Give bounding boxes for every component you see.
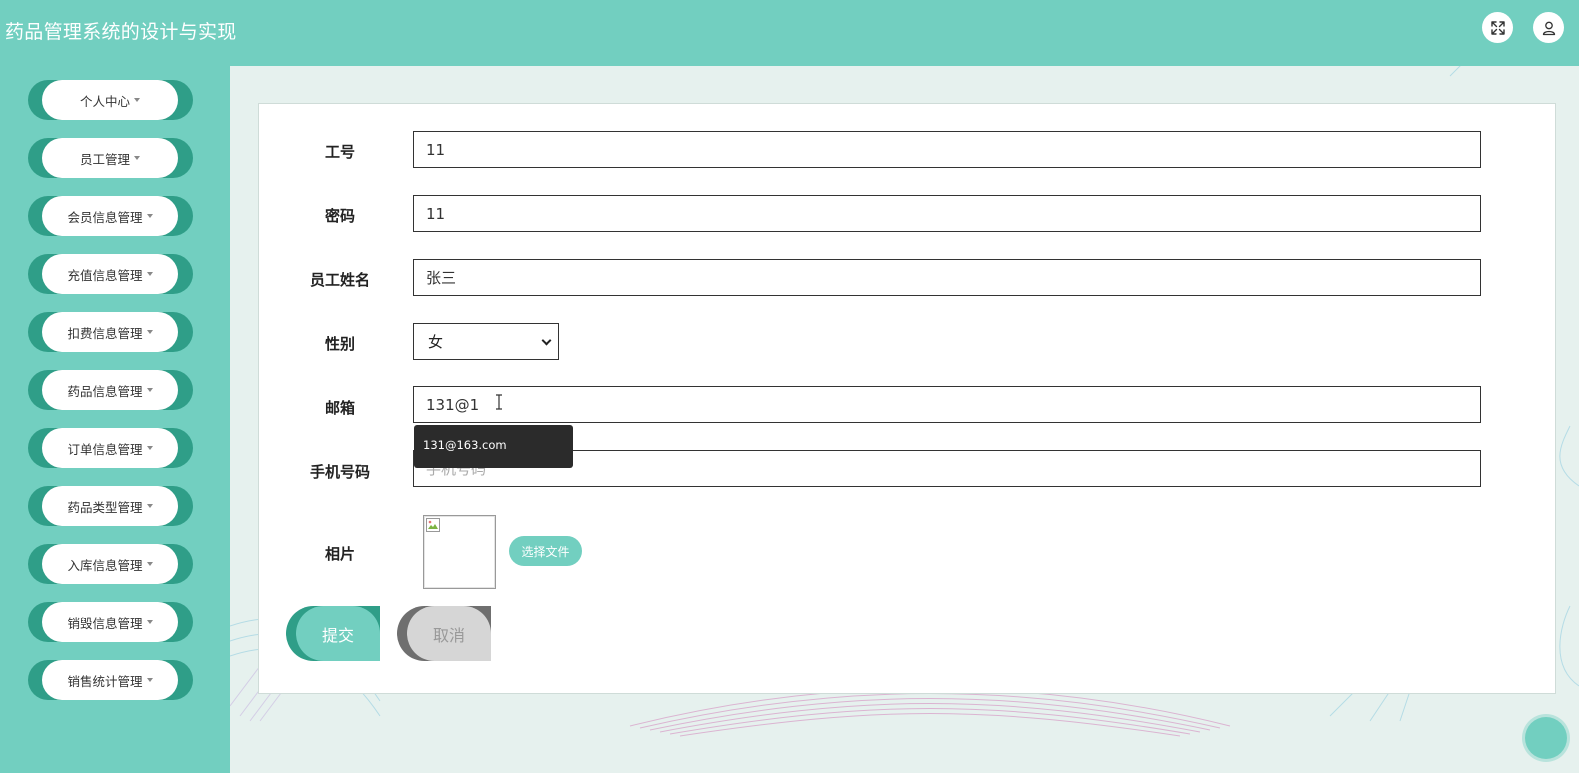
caret-down-icon <box>146 214 153 218</box>
sidebar-item-label: 订单信息管理 <box>67 441 143 457</box>
submit-button[interactable]: 提交 <box>286 606 380 661</box>
employee-id-input[interactable] <box>413 131 1481 168</box>
fullscreen-icon <box>1490 20 1505 35</box>
photo-preview <box>423 515 496 589</box>
caret-down-icon <box>146 446 153 450</box>
sidebar-item-member-info[interactable]: 会员信息管理 <box>28 196 193 236</box>
sidebar-item-label: 销售统计管理 <box>67 673 143 689</box>
sidebar-item-employee-management[interactable]: 员工管理 <box>28 138 193 178</box>
password-label: 密码 <box>324 207 355 225</box>
password-input[interactable] <box>413 195 1481 232</box>
floating-action-button[interactable] <box>1525 717 1567 759</box>
caret-down-icon <box>146 504 153 508</box>
caret-down-icon <box>134 156 140 160</box>
submit-button-label: 提交 <box>296 606 380 661</box>
chevron-down-icon <box>541 335 552 346</box>
employee-id-label: 工号 <box>324 143 355 161</box>
choose-file-button[interactable]: 选择文件 <box>509 536 582 566</box>
email-autocomplete-suggestion[interactable]: 131@163.com <box>414 425 573 468</box>
gender-selected-value: 女 <box>428 333 444 351</box>
caret-down-icon <box>134 98 140 102</box>
sidebar-item-recharge-info[interactable]: 充值信息管理 <box>28 254 193 294</box>
email-input[interactable] <box>413 386 1481 423</box>
sidebar-item-order-info[interactable]: 订单信息管理 <box>28 428 193 468</box>
caret-down-icon <box>146 272 153 276</box>
sidebar: 个人中心 员工管理 会员信息管理 充值信息管理 扣费信息管理 药品信息管理 订单… <box>0 66 230 773</box>
sidebar-item-label: 扣费信息管理 <box>67 325 143 341</box>
phone-label: 手机号码 <box>309 463 370 481</box>
caret-down-icon <box>146 330 153 334</box>
caret-down-icon <box>146 562 153 566</box>
caret-down-icon <box>146 678 153 682</box>
sidebar-item-medicine-type[interactable]: 药品类型管理 <box>28 486 193 526</box>
sidebar-item-label: 员工管理 <box>79 151 130 167</box>
photo-label: 相片 <box>324 545 355 563</box>
employee-name-input[interactable] <box>413 259 1481 296</box>
broken-image-icon <box>426 518 440 532</box>
sidebar-item-label: 药品信息管理 <box>67 383 143 399</box>
phone-input[interactable] <box>413 450 1481 487</box>
text-cursor-icon <box>496 394 502 410</box>
sidebar-item-deduction-info[interactable]: 扣费信息管理 <box>28 312 193 352</box>
gender-select[interactable]: 女 <box>413 323 559 360</box>
sidebar-item-sales-statistics[interactable]: 销售统计管理 <box>28 660 193 700</box>
sidebar-item-label: 个人中心 <box>79 93 130 109</box>
app-header: 药品管理系统的设计与实现 <box>0 0 1579 66</box>
email-label: 邮箱 <box>324 399 355 417</box>
sidebar-item-medicine-info[interactable]: 药品信息管理 <box>28 370 193 410</box>
app-title: 药品管理系统的设计与实现 <box>5 21 237 43</box>
cancel-button-label: 取消 <box>407 606 491 661</box>
employee-name-label: 员工姓名 <box>309 271 370 289</box>
sidebar-item-label: 药品类型管理 <box>67 499 143 515</box>
user-menu-button[interactable] <box>1533 12 1564 43</box>
cancel-button[interactable]: 取消 <box>397 606 491 661</box>
sidebar-item-label: 销毁信息管理 <box>67 615 143 631</box>
sidebar-item-stock-in-info[interactable]: 入库信息管理 <box>28 544 193 584</box>
user-icon <box>1542 21 1555 35</box>
sidebar-item-label: 入库信息管理 <box>67 557 143 573</box>
fullscreen-button[interactable] <box>1482 12 1513 43</box>
gender-label: 性别 <box>324 335 355 353</box>
sidebar-item-destruction-info[interactable]: 销毁信息管理 <box>28 602 193 642</box>
sidebar-item-personal-center[interactable]: 个人中心 <box>28 80 193 120</box>
sidebar-item-label: 会员信息管理 <box>67 209 143 225</box>
sidebar-item-label: 充值信息管理 <box>67 267 143 283</box>
caret-down-icon <box>146 620 153 624</box>
caret-down-icon <box>146 388 153 392</box>
